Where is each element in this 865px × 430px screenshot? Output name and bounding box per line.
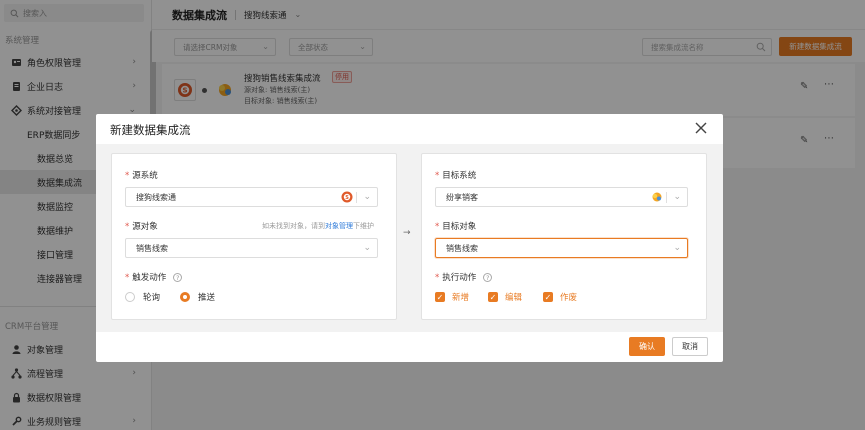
confirm-button[interactable]: 确认 [629,337,665,356]
fxiaoke-logo-icon [652,192,662,202]
source-panel: * 源系统 搜狗线索通 S ⌄ * 源对象 如未找到对象，请到对象管理下维护 销售线… [111,153,397,320]
target-object-select[interactable]: 销售线索 ⌄ [435,238,688,258]
action-label-text: 执行动作 [442,273,477,283]
trigger-radio-poll[interactable]: 轮询 [125,291,160,303]
source-object-hint: 如未找到对象，请到对象管理下维护 [262,221,374,231]
trigger-label: * 触发动作? [125,271,183,283]
hint-prefix: 如未找到对象，请到 [262,222,325,230]
dialog-body: * 源系统 搜狗线索通 S ⌄ * 源对象 如未找到对象，请到对象管理下维护 销售线… [96,144,723,332]
radio-label: 轮询 [143,293,161,303]
object-manage-link[interactable]: 对象管理 [325,222,353,230]
help-icon[interactable]: ? [173,273,183,282]
target-object-label-text: 目标对象 [442,222,477,232]
new-flow-dialog: 新建数据集成流 * 源系统 搜狗线索通 S ⌄ * 源对象 如未找到对象，请到对象管… [96,114,723,362]
target-object-label: * 目标对象 [435,222,477,232]
arrow-right-icon: → [403,228,411,238]
hint-suffix: 下维护 [353,222,374,230]
chevron-down-icon: ⌄ [673,192,681,202]
help-icon[interactable]: ? [483,273,493,282]
checkbox-checked-icon: ✓ [488,292,498,302]
source-system-label-text: 源系统 [132,171,158,181]
checkbox-label: 新增 [452,293,470,303]
radio-circle-selected [180,292,190,302]
source-system-value: 搜狗线索通 [136,192,176,202]
target-system-select[interactable]: 纷享销客 ⌄ [435,187,688,207]
chevron-down-icon: ⌄ [363,192,371,202]
chevron-down-icon: ⌄ [363,243,371,253]
checkbox-label: 编辑 [505,293,523,303]
trigger-label-text: 触发动作 [132,273,167,283]
target-system-value: 纷享销客 [446,192,478,202]
checkbox-label: 作废 [560,293,578,303]
chevron-down-icon: ⌄ [673,243,681,253]
sogou-logo-icon: S [341,191,353,203]
trigger-radio-push[interactable]: 推送 [180,291,215,303]
dialog-title: 新建数据集成流 [110,123,191,137]
action-checkbox-add[interactable]: ✓ 新增 [435,291,469,303]
source-object-value: 销售线索 [136,243,168,253]
select-divider [356,192,357,203]
target-panel: * 目标系统 纷享销客 ⌄ * 目标对象 销售线索 ⌄ * 执行动作? ✓ 新增 ✓ 编辑… [421,153,707,320]
close-icon[interactable] [694,121,708,135]
source-system-select[interactable]: 搜狗线索通 S ⌄ [125,187,378,207]
target-system-label-text: 目标系统 [442,171,477,181]
select-divider [666,192,667,203]
checkbox-checked-icon: ✓ [435,292,445,302]
action-checkbox-edit[interactable]: ✓ 编辑 [488,291,522,303]
radio-circle [125,292,135,302]
action-label: * 执行动作? [435,271,493,283]
target-object-value: 销售线索 [446,243,478,253]
radio-label: 推送 [198,293,216,303]
checkbox-checked-icon: ✓ [543,292,553,302]
source-object-select[interactable]: 销售线索 ⌄ [125,238,378,258]
source-object-label-text: 源对象 [132,222,158,232]
cancel-button[interactable]: 取消 [672,337,708,356]
svg-text:S: S [345,195,349,201]
target-system-label: * 目标系统 [435,171,477,181]
action-checkbox-void[interactable]: ✓ 作废 [543,291,577,303]
source-system-label: * 源系统 [125,171,158,181]
source-object-label: * 源对象 [125,222,158,232]
